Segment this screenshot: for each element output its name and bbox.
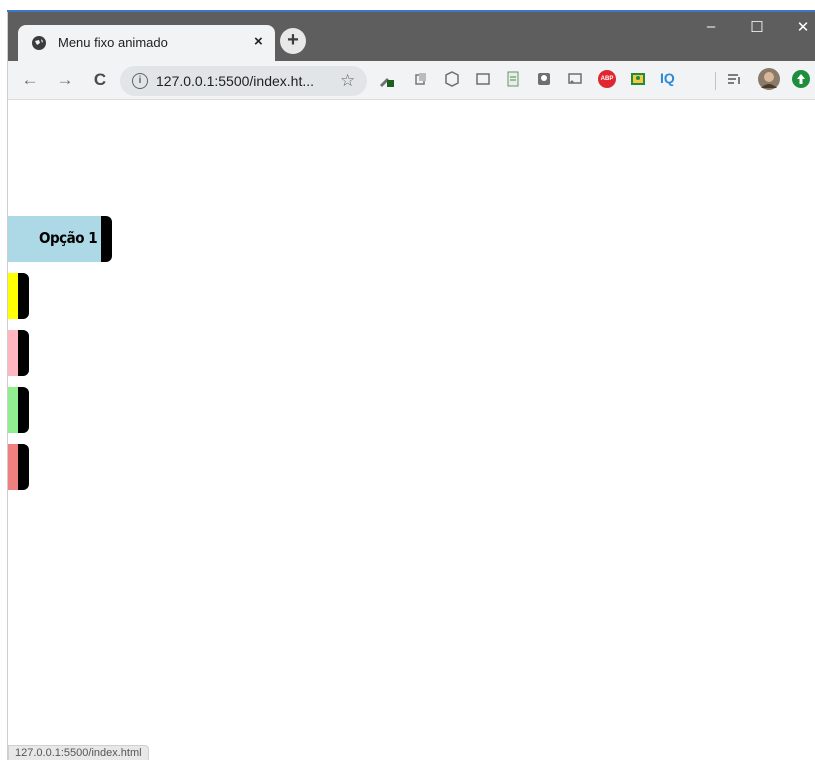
menu-item-4[interactable] bbox=[8, 387, 29, 433]
screenshot-icon[interactable] bbox=[475, 71, 491, 87]
update-icon[interactable] bbox=[792, 70, 810, 88]
title-bar: Menu fixo animado × + – ☐ ✕ bbox=[8, 12, 815, 61]
tab-title: Menu fixo animado bbox=[58, 35, 168, 50]
classroom-icon[interactable] bbox=[630, 71, 646, 87]
iq-icon[interactable]: IQ bbox=[660, 70, 680, 86]
menu-item-5[interactable] bbox=[8, 444, 29, 490]
browser-toolbar: ← → C i 127.0.0.1:5500/index.ht... ☆ ABP… bbox=[8, 61, 815, 100]
info-icon[interactable]: i bbox=[132, 73, 148, 89]
new-tab-button[interactable]: + bbox=[280, 28, 306, 54]
menu-item-2[interactable] bbox=[8, 273, 29, 319]
close-window-button[interactable]: ✕ bbox=[788, 18, 815, 38]
cast-icon[interactable] bbox=[567, 71, 583, 87]
page-content: Opção 1 bbox=[8, 101, 815, 760]
menu-item-label: Opção 1 bbox=[39, 229, 98, 247]
url-text[interactable]: 127.0.0.1:5500/index.ht... bbox=[156, 73, 314, 89]
toolbar-separator bbox=[715, 72, 716, 90]
copy-icon[interactable] bbox=[413, 71, 429, 87]
address-bar[interactable]: i 127.0.0.1:5500/index.ht... ☆ bbox=[120, 66, 367, 96]
status-bar: 127.0.0.1:5500/index.html bbox=[8, 745, 149, 760]
reload-button[interactable]: C bbox=[90, 70, 110, 90]
profile-avatar[interactable] bbox=[758, 68, 780, 90]
abp-icon[interactable]: ABP bbox=[598, 70, 616, 88]
forward-button[interactable]: → bbox=[55, 70, 75, 90]
bookmark-star-icon[interactable]: ☆ bbox=[340, 71, 355, 91]
bulb-icon[interactable] bbox=[536, 71, 552, 87]
menu-item-1[interactable]: Opção 1 bbox=[8, 216, 112, 262]
sheet-icon[interactable] bbox=[505, 71, 521, 87]
menu-item-3[interactable] bbox=[8, 330, 29, 376]
back-button[interactable]: ← bbox=[20, 70, 40, 90]
browser-tab[interactable]: Menu fixo animado × bbox=[18, 25, 275, 61]
globe-icon bbox=[32, 36, 46, 50]
eyedropper-icon[interactable] bbox=[378, 71, 394, 87]
cube-icon[interactable] bbox=[444, 71, 460, 87]
minimize-button[interactable]: – bbox=[696, 18, 726, 38]
reading-list-icon[interactable] bbox=[726, 71, 742, 87]
abp-label: ABP bbox=[600, 76, 614, 82]
tab-close-icon[interactable]: × bbox=[254, 33, 263, 50]
maximize-button[interactable]: ☐ bbox=[742, 18, 772, 38]
